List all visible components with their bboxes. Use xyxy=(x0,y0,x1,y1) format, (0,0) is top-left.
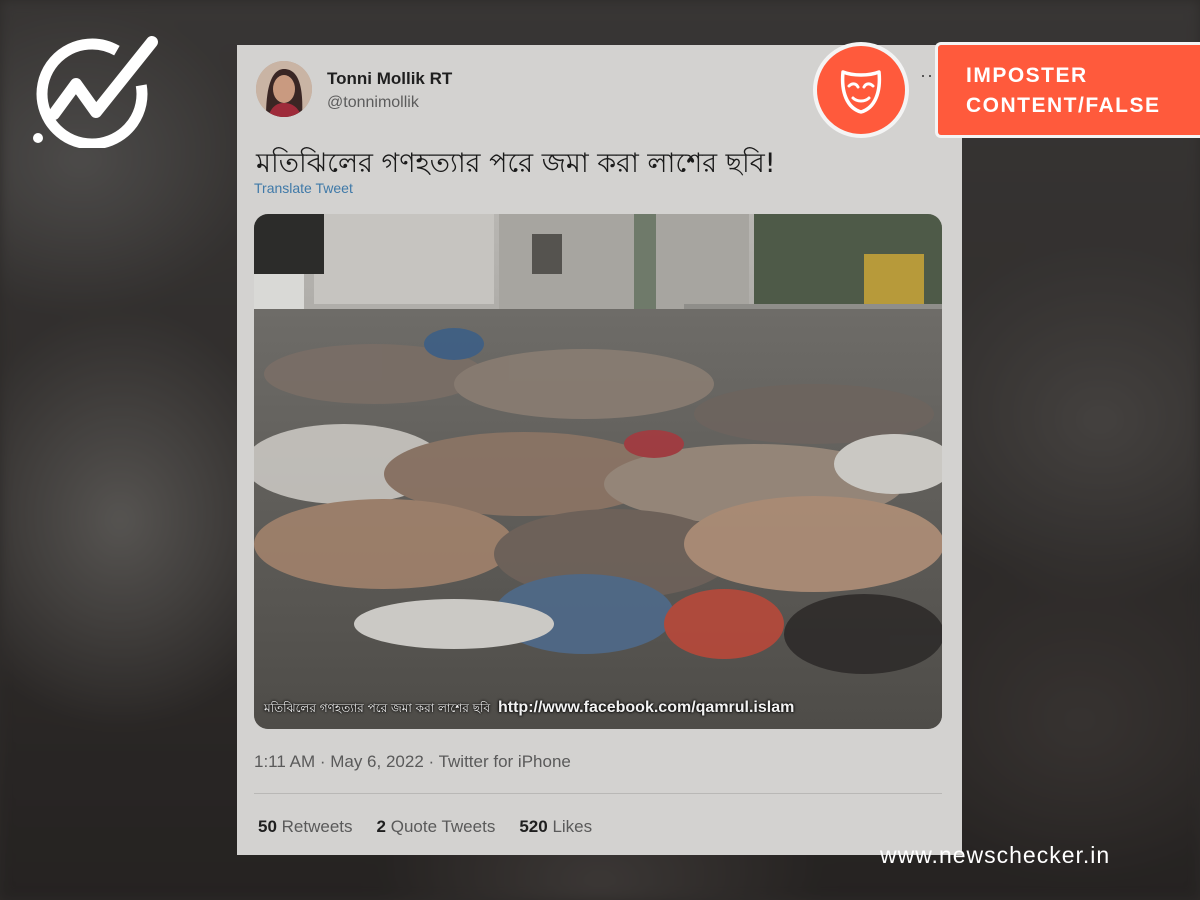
likes-stat[interactable]: 520 Likes xyxy=(519,817,592,837)
photo-caption-url: http://www.facebook.com/qamrul.islam xyxy=(498,699,795,716)
avatar[interactable] xyxy=(256,61,312,117)
tweet-timestamp[interactable]: 1:11 AM · May 6, 2022 · Twitter for iPho… xyxy=(254,752,571,772)
tweet-card: Tonni Mollik RT @tonnimollik ··· মতিঝিলে… xyxy=(237,45,962,855)
photo-watermark: মতিঝিলের গণহত্যার পরে জমা করা লাশের ছবি … xyxy=(264,699,794,720)
translate-tweet-link[interactable]: Translate Tweet xyxy=(254,180,353,196)
quote-tweets-stat[interactable]: 2 Quote Tweets xyxy=(377,817,496,837)
mask-icon xyxy=(813,42,909,138)
tweet-text: মতিঝিলের গণহত্যার পরে জমা করা লাশের ছবি! xyxy=(256,148,776,179)
checkmark-logo-icon xyxy=(33,36,158,148)
verdict-line-1: IMPOSTER xyxy=(966,64,1088,87)
photo-caption-bangla: মতিঝিলের গণহত্যার পরে জমা করা লাশের ছবি xyxy=(264,701,491,715)
author-name[interactable]: Tonni Mollik RT xyxy=(327,69,452,89)
author-handle[interactable]: @tonnimollik xyxy=(327,94,419,112)
verdict-label: IMPOSTER CONTENT/FALSE xyxy=(935,42,1200,138)
tweet-stats: 50 Retweets 2 Quote Tweets 520 Likes xyxy=(258,817,592,837)
verdict-line-2: CONTENT/FALSE xyxy=(966,94,1161,117)
tweet-photo[interactable]: মতিঝিলের গণহত্যার পরে জমা করা লাশের ছবি … xyxy=(254,214,942,729)
website-url: www.newschecker.in xyxy=(880,842,1111,868)
retweets-stat[interactable]: 50 Retweets xyxy=(258,817,353,837)
divider xyxy=(254,793,942,794)
